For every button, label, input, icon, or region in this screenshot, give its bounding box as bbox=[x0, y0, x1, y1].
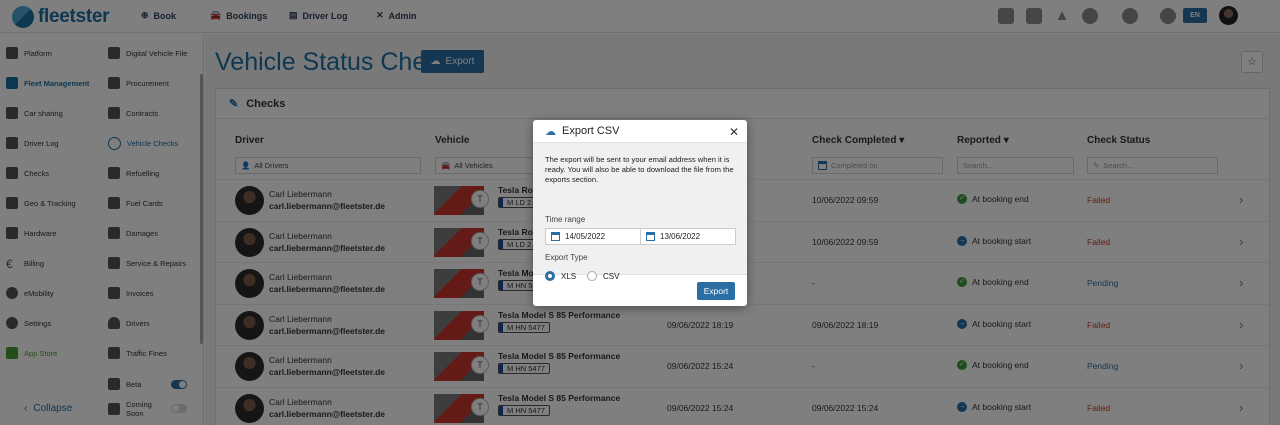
radio-unchecked-icon bbox=[587, 271, 597, 281]
calendar-icon bbox=[551, 232, 560, 241]
modal-export-button[interactable]: Export bbox=[697, 282, 735, 300]
date-from-input[interactable]: 14/05/2022 bbox=[545, 228, 641, 245]
radio-xls[interactable]: XLS bbox=[545, 271, 576, 281]
close-icon[interactable]: ✕ bbox=[729, 125, 739, 139]
date-to-input[interactable]: 13/06/2022 bbox=[640, 228, 736, 245]
modal-description: The export will be sent to your email ad… bbox=[545, 155, 734, 184]
modal-header: ☁ Export CSV ✕ bbox=[533, 120, 747, 143]
radio-checked-icon bbox=[545, 271, 555, 281]
modal-title: Export CSV bbox=[562, 125, 620, 137]
modal-body: The export will be sent to your email ad… bbox=[533, 143, 747, 281]
export-type-label: Export Type bbox=[545, 253, 588, 262]
calendar-icon bbox=[646, 232, 655, 241]
export-modal: ☁ Export CSV ✕ The export will be sent t… bbox=[533, 120, 747, 306]
radio-csv[interactable]: CSV bbox=[587, 271, 619, 281]
app-window: fleetster ⊕Book 🚘Bookings ▤Driver Log ✕A… bbox=[0, 0, 1280, 425]
cloud-download-icon: ☁ bbox=[545, 125, 556, 138]
time-range-label: Time range bbox=[545, 215, 586, 224]
